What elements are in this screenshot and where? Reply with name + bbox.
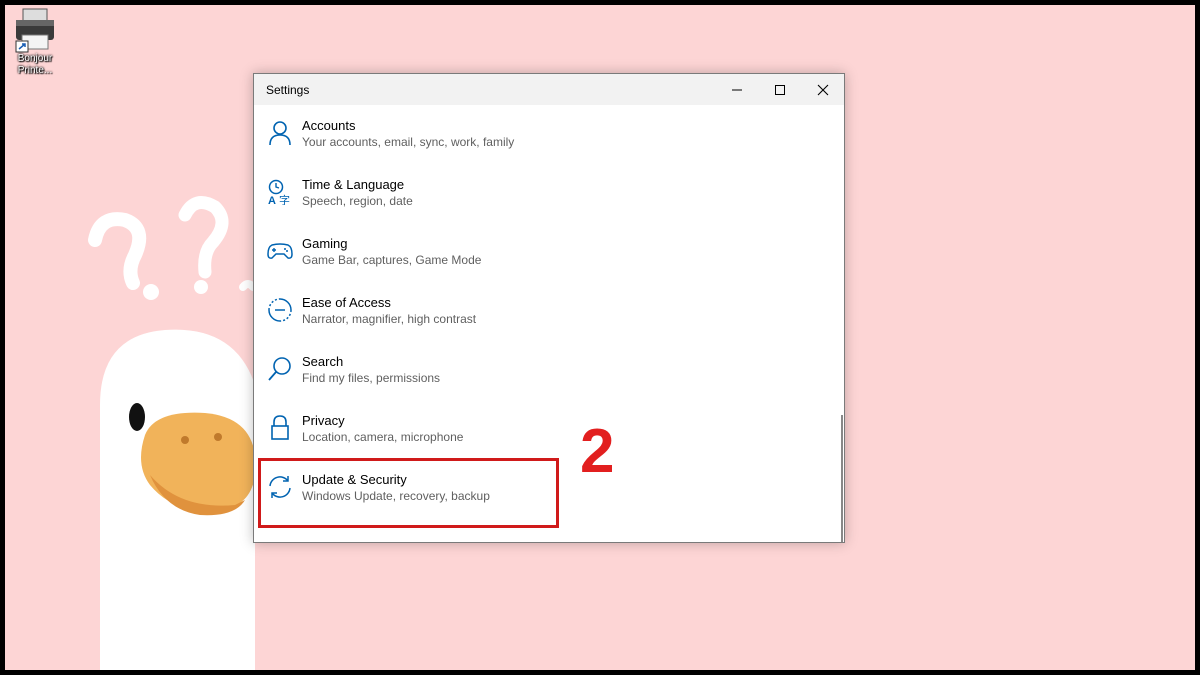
desktop: Bonjour Printe... Settings Accounts Your… — [5, 5, 1195, 670]
maximize-button[interactable] — [758, 74, 801, 105]
settings-item-name: Gaming — [302, 236, 348, 251]
settings-item-name: Search — [302, 354, 344, 369]
search-icon — [268, 357, 291, 381]
step-number: 2 — [580, 417, 615, 486]
desktop-icon-label: Bonjour Printe... — [17, 53, 53, 76]
settings-item-name: Accounts — [302, 118, 356, 133]
close-button[interactable] — [801, 74, 844, 105]
printer-icon — [15, 8, 54, 53]
settings-item-name: Privacy — [302, 413, 345, 428]
minimize-icon — [731, 89, 742, 90]
settings-item-desc: Find my files, permissions — [302, 371, 441, 385]
desktop-shortcut-bonjour-printer[interactable]: Bonjour Printe... — [11, 7, 59, 77]
lock-icon — [271, 415, 289, 440]
settings-item-accounts[interactable]: Accounts Your accounts, email, sync, wor… — [266, 117, 556, 167]
settings-item-name: Ease of Access — [302, 295, 391, 310]
title-bar[interactable]: Settings — [254, 74, 844, 105]
svg-text:字: 字 — [279, 193, 290, 205]
time-language-icon: A 字 — [268, 179, 290, 205]
settings-item-search[interactable]: Search Find my files, permissions — [266, 353, 556, 403]
svg-text:A: A — [268, 195, 276, 205]
settings-item-desc: Narrator, magnifier, high contrast — [302, 312, 477, 326]
maximize-icon — [774, 84, 785, 95]
scrollbar-thumb[interactable] — [841, 415, 843, 542]
window-title: Settings — [266, 82, 310, 97]
settings-item-ease-of-access[interactable]: Ease of Access Narrator, magnifier, high… — [266, 294, 556, 344]
settings-item-name: Time & Language — [302, 177, 405, 192]
settings-item-desc: Game Bar, captures, Game Mode — [302, 253, 482, 267]
settings-item-desc: Location, camera, microphone — [302, 430, 464, 444]
highlight-box — [258, 458, 559, 528]
settings-item-gaming[interactable]: Gaming Game Bar, captures, Game Mode — [266, 235, 556, 285]
gamepad-icon — [267, 243, 293, 259]
ease-of-access-icon — [268, 298, 292, 322]
settings-item-privacy[interactable]: Privacy Location, camera, microphone — [266, 412, 556, 462]
close-icon — [817, 84, 828, 95]
minimize-button[interactable] — [715, 74, 758, 105]
settings-item-time-language[interactable]: A 字 Time & Language Speech, region, date — [266, 176, 556, 226]
person-icon — [269, 121, 291, 146]
settings-item-desc: Speech, region, date — [302, 194, 413, 208]
settings-item-desc: Your accounts, email, sync, work, family — [302, 135, 515, 149]
